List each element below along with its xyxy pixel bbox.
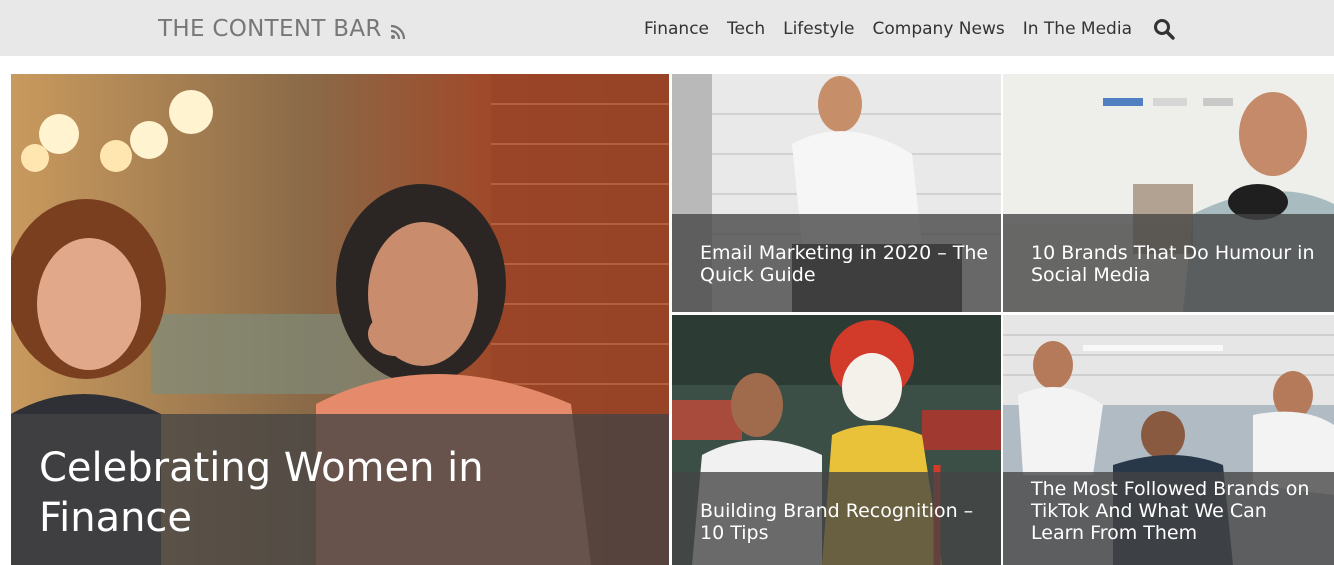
nav-item-tech[interactable]: Tech	[727, 19, 765, 39]
nav-item-company-news[interactable]: Company News	[873, 19, 1005, 39]
post-title[interactable]: Email Marketing in 2020 – The Quick Guid…	[700, 242, 990, 286]
post-title[interactable]: The Most Followed Brands on TikTok And W…	[1031, 478, 1321, 544]
main-nav: Finance Tech Lifestyle Company News In T…	[644, 14, 1176, 44]
site-logo-link[interactable]: THE CONTENT BAR	[158, 14, 406, 44]
post-card[interactable]: The Most Followed Brands on TikTok And W…	[1003, 315, 1334, 565]
nav-item-lifestyle[interactable]: Lifestyle	[783, 19, 854, 39]
post-card[interactable]: Building Brand Recognition – 10 Tips	[672, 315, 1001, 565]
site-title: THE CONTENT BAR	[158, 16, 382, 42]
post-card[interactable]: Email Marketing in 2020 – The Quick Guid…	[672, 74, 1001, 312]
featured-post-card[interactable]: Celebrating Women in Finance	[11, 74, 669, 565]
post-title[interactable]: Building Brand Recognition – 10 Tips	[700, 500, 990, 544]
nav-item-finance[interactable]: Finance	[644, 19, 709, 39]
nav-item-in-the-media[interactable]: In The Media	[1023, 19, 1132, 39]
post-card[interactable]: 10 Brands That Do Humour in Social Media	[1003, 74, 1334, 312]
site-header: THE CONTENT BAR Finance Tech Lifestyle C…	[0, 0, 1334, 56]
search-icon[interactable]	[1152, 17, 1176, 41]
featured-post-title[interactable]: Celebrating Women in Finance	[39, 443, 599, 543]
post-title[interactable]: 10 Brands That Do Humour in Social Media	[1031, 242, 1321, 286]
rss-icon[interactable]	[390, 24, 406, 40]
